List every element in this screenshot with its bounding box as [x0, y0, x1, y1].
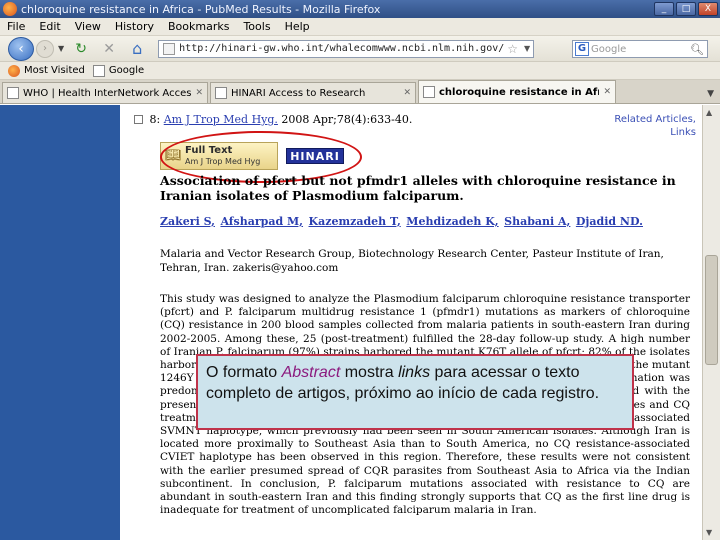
scroll-up-icon[interactable]: ▲ — [706, 108, 712, 117]
article-title: Association of pfcrt but not pfmdr1 alle… — [160, 173, 676, 203]
page-icon — [92, 64, 105, 77]
tab-bar: WHO | Health InterNetwork Access ... ✕ H… — [0, 80, 720, 104]
tab-close-icon[interactable]: ✕ — [603, 87, 611, 97]
page-content: 8: Am J Trop Med Hyg. 2008 Apr;78(4):633… — [120, 105, 702, 540]
select-checkbox[interactable] — [134, 115, 143, 124]
bookmark-most-visited[interactable]: Most Visited — [8, 64, 85, 77]
author-link[interactable]: Shabani A, — [504, 215, 570, 228]
menu-help[interactable]: Help — [278, 20, 317, 33]
menu-tools[interactable]: Tools — [236, 20, 277, 33]
tab-hinari[interactable]: HINARI Access to Research ✕ — [210, 82, 416, 103]
page-icon — [7, 87, 19, 99]
tab-chloroquine[interactable]: chloroquine resistance in Africa - ... ✕ — [418, 80, 616, 103]
author-affiliation: Malaria and Vector Research Group, Biote… — [160, 248, 664, 274]
scrollbar-thumb[interactable] — [705, 255, 718, 365]
author-link[interactable]: Afsharpad M, — [220, 215, 303, 228]
home-button[interactable]: ⌂ — [126, 39, 148, 59]
page-icon — [423, 86, 435, 98]
back-button[interactable]: ‹ — [8, 36, 34, 61]
search-placeholder: Google — [591, 43, 627, 55]
citation-details: 2008 Apr;78(4):633-40. — [281, 113, 413, 126]
tab-close-icon[interactable]: ✕ — [403, 88, 411, 98]
author-list: Zakeri S, Afsharpad M, Kazemzadeh T, Meh… — [160, 215, 688, 228]
result-number: 8: — [149, 113, 161, 126]
google-icon[interactable]: G — [575, 42, 589, 56]
left-panel — [0, 105, 120, 540]
bookmarks-toolbar: Most Visited Google — [0, 62, 720, 80]
bookmark-star-icon[interactable]: ☆ — [504, 42, 521, 56]
abstract-word: Abstract — [281, 364, 341, 381]
search-icon[interactable]: 🔍︎ — [690, 43, 707, 56]
page-icon — [215, 87, 227, 99]
url-dropdown-icon[interactable]: ▼ — [521, 44, 533, 53]
tab-who[interactable]: WHO | Health InterNetwork Access ... ✕ — [2, 82, 208, 103]
tab-close-icon[interactable]: ✕ — [195, 88, 203, 98]
bookmark-google[interactable]: Google — [92, 64, 144, 77]
journal-link[interactable]: Am J Trop Med Hyg. — [164, 113, 278, 126]
window-title: chloroquine resistance in Africa - PubMe… — [21, 2, 381, 16]
stop-button[interactable]: ✕ — [98, 39, 120, 59]
author-link[interactable]: Mehdizadeh K, — [406, 215, 498, 228]
author-link[interactable]: Zakeri S, — [160, 215, 215, 228]
firefox-icon — [3, 2, 17, 16]
explanation-callout: O formato Abstract mostra links para ace… — [196, 354, 634, 430]
related-articles-link[interactable]: Related Articles, — [614, 113, 696, 126]
citation-line: 8: Am J Trop Med Hyg. 2008 Apr;78(4):633… — [134, 113, 412, 126]
menu-file[interactable]: File — [0, 20, 32, 33]
menu-bookmarks[interactable]: Bookmarks — [161, 20, 236, 33]
window-title-bar: chloroquine resistance in Africa - PubMe… — [0, 0, 720, 18]
firefox-icon — [8, 64, 20, 77]
search-box[interactable]: G Google 🔍︎ — [572, 40, 708, 58]
maximize-button[interactable]: □ — [676, 2, 696, 16]
forward-button[interactable]: › — [36, 39, 54, 58]
related-links: Related Articles, Links — [614, 113, 696, 139]
close-button[interactable]: X — [698, 2, 718, 16]
menu-view[interactable]: View — [68, 20, 108, 33]
author-link[interactable]: Djadid ND. — [576, 215, 643, 228]
site-favicon-icon — [163, 42, 176, 55]
tab-list-dropdown-icon[interactable]: ▼ — [707, 89, 714, 99]
minimize-button[interactable]: _ — [654, 2, 674, 16]
menu-history[interactable]: History — [108, 20, 161, 33]
author-link[interactable]: Kazemzadeh T, — [309, 215, 401, 228]
menu-bar: File Edit View History Bookmarks Tools H… — [0, 18, 720, 36]
links-word: links — [398, 364, 431, 381]
links-link[interactable]: Links — [614, 126, 696, 139]
menu-edit[interactable]: Edit — [32, 20, 67, 33]
vertical-scrollbar[interactable]: ▲ ▼ — [702, 105, 720, 540]
scroll-down-icon[interactable]: ▼ — [706, 528, 712, 537]
history-dropdown-icon[interactable]: ▼ — [58, 44, 64, 53]
reload-button[interactable]: ↻ — [70, 39, 92, 59]
url-bar[interactable]: http://hinari-gw.who.int/whalecomwww.ncb… — [158, 39, 535, 58]
url-text[interactable]: http://hinari-gw.who.int/whalecomwww.ncb… — [179, 43, 504, 54]
navigation-toolbar: ‹ › ▼ ↻ ✕ ⌂ http://hinari-gw.who.int/wha… — [0, 36, 720, 62]
